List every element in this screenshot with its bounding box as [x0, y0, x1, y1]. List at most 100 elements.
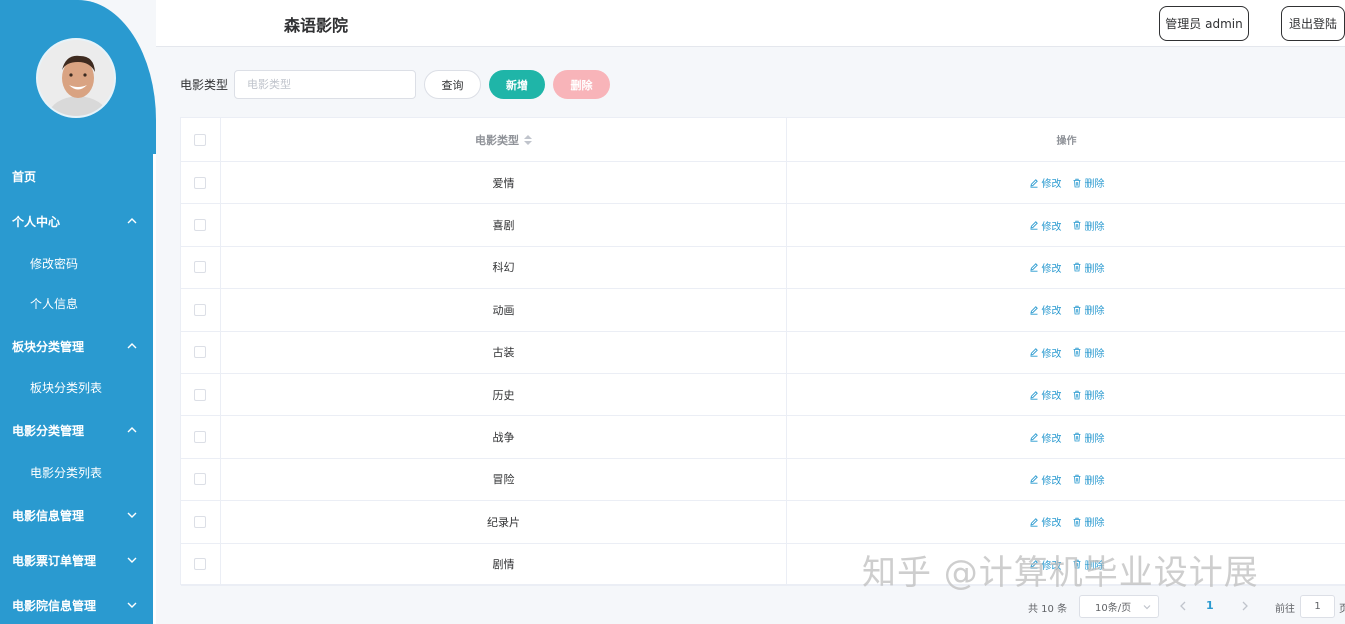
delete-label: 删除	[1084, 518, 1105, 530]
delete-row-button[interactable]: 删除	[1072, 302, 1105, 317]
edit-icon	[1029, 263, 1038, 273]
edit-button[interactable]: 修改	[1029, 175, 1062, 190]
prev-page-icon[interactable]	[1176, 598, 1190, 614]
edit-button[interactable]: 修改	[1029, 302, 1062, 317]
query-button[interactable]: 查询	[424, 70, 481, 99]
edit-icon	[1029, 306, 1038, 315]
sidebar-item-5[interactable]: 板块分类列表	[0, 367, 156, 407]
row-checkbox[interactable]	[194, 346, 206, 359]
delete-label: 删除	[1084, 475, 1105, 487]
row-checkbox[interactable]	[194, 219, 206, 232]
sidebar-item-label: 电影信息管理	[12, 508, 85, 523]
edit-button[interactable]: 修改	[1029, 472, 1062, 487]
select-all-checkbox[interactable]	[194, 133, 206, 146]
trash-icon	[1073, 432, 1080, 442]
chevron-up-icon	[127, 218, 137, 224]
edit-button[interactable]: 修改	[1029, 514, 1062, 529]
row-type-name: 剧情	[492, 558, 515, 572]
sidebar-item-label: 电影票订单管理	[12, 553, 97, 568]
chevron-down-icon	[127, 557, 137, 563]
sidebar-item-6[interactable]: 电影分类管理	[0, 410, 156, 450]
delete-row-button[interactable]: 删除	[1072, 218, 1105, 233]
sidebar-scrollbar[interactable]	[153, 154, 156, 624]
chevron-up-icon	[127, 343, 137, 349]
search-label: 电影类型	[180, 78, 229, 92]
delete-label: 删除	[1084, 391, 1105, 403]
delete-row-button[interactable]: 删除	[1072, 514, 1105, 529]
sidebar-item-label: 电影分类列表	[30, 465, 103, 480]
delete-label: 删除	[1084, 433, 1105, 445]
sort-icon[interactable]	[524, 134, 532, 145]
current-page-number[interactable]: 1	[1206, 599, 1214, 612]
delete-row-button[interactable]: 删除	[1072, 345, 1105, 360]
edit-label: 修改	[1041, 348, 1062, 360]
edit-label: 修改	[1041, 306, 1062, 318]
chevron-down-icon	[1143, 605, 1151, 610]
table-row: 喜剧 修改 删除	[181, 204, 1345, 247]
sidebar-item-label: 板块分类管理	[12, 339, 85, 354]
row-checkbox[interactable]	[194, 558, 206, 571]
sidebar-item-2[interactable]: 修改密码	[0, 243, 156, 283]
sidebar-item-9[interactable]: 电影票订单管理	[0, 540, 156, 580]
add-button[interactable]: 新增	[489, 70, 545, 99]
row-type-name: 科幻	[492, 261, 515, 275]
sidebar-item-label: 个人信息	[30, 296, 79, 311]
edit-button[interactable]: 修改	[1029, 260, 1062, 275]
delete-row-button[interactable]: 删除	[1072, 260, 1105, 275]
sidebar-item-3[interactable]: 个人信息	[0, 283, 156, 323]
delete-row-button[interactable]: 删除	[1072, 430, 1105, 445]
delete-label: 删除	[1084, 306, 1105, 318]
row-checkbox[interactable]	[194, 176, 206, 189]
page-suffix: 页	[1339, 604, 1345, 615]
sidebar-item-0[interactable]: 首页	[0, 156, 156, 196]
sidebar-item-10[interactable]: 电影院信息管理	[0, 585, 156, 624]
row-type-name: 喜剧	[492, 219, 515, 233]
sidebar-item-7[interactable]: 电影分类列表	[0, 452, 156, 492]
row-type-name: 历史	[492, 388, 515, 402]
edit-label: 修改	[1041, 391, 1062, 403]
goto-page-input[interactable]	[1300, 595, 1335, 618]
table-row: 古装 修改 删除	[181, 331, 1345, 374]
row-checkbox[interactable]	[194, 388, 206, 401]
sidebar-item-label: 个人中心	[12, 214, 61, 229]
row-checkbox[interactable]	[194, 303, 206, 316]
delete-row-button[interactable]: 删除	[1072, 387, 1105, 402]
edit-label: 修改	[1041, 221, 1062, 233]
edit-icon	[1029, 433, 1038, 442]
row-checkbox[interactable]	[194, 515, 206, 528]
edit-button[interactable]: 修改	[1029, 430, 1062, 445]
delete-label: 删除	[1084, 263, 1105, 275]
sidebar-item-label: 首页	[12, 169, 37, 184]
edit-button[interactable]: 修改	[1029, 218, 1062, 233]
search-input[interactable]	[234, 70, 416, 99]
sidebar-item-1[interactable]: 个人中心	[0, 201, 156, 241]
row-type-name: 动画	[492, 303, 515, 317]
sidebar-item-4[interactable]: 板块分类管理	[0, 326, 156, 366]
next-page-icon[interactable]	[1238, 598, 1252, 614]
goto-label: 前往	[1275, 604, 1295, 615]
sidebar-item-8[interactable]: 电影信息管理	[0, 495, 156, 535]
edit-button[interactable]: 修改	[1029, 387, 1062, 402]
sidebar-item-label: 电影院信息管理	[12, 598, 97, 613]
edit-icon	[1029, 475, 1038, 485]
delete-row-button[interactable]: 删除	[1072, 472, 1105, 487]
delete-label: 删除	[1084, 221, 1105, 233]
batch-delete-button[interactable]: 删除	[553, 70, 610, 99]
edit-button[interactable]: 修改	[1029, 345, 1062, 360]
delete-row-button[interactable]: 删除	[1072, 175, 1105, 190]
pagination-total: 共 10 条	[1028, 604, 1068, 615]
data-table: 电影类型 操作 爱情 修改 删除 喜剧 修改 删除 科幻 修改 删除 动画 修改 删除 古装 修改 删除 历史…	[180, 117, 1345, 586]
row-checkbox[interactable]	[194, 261, 206, 274]
page-size-select[interactable]: 10条/页	[1079, 595, 1159, 618]
row-type-name: 战争	[492, 431, 515, 445]
logout-button[interactable]: 退出登陆	[1281, 6, 1345, 41]
user-button[interactable]: 管理员 admin	[1159, 6, 1249, 41]
row-type-name: 冒险	[492, 473, 515, 487]
edit-label: 修改	[1041, 475, 1062, 487]
delete-label: 删除	[1084, 179, 1105, 191]
row-checkbox[interactable]	[194, 431, 206, 444]
table-row: 战争 修改 删除	[181, 416, 1345, 459]
row-checkbox[interactable]	[194, 473, 206, 486]
table-header-row: 电影类型 操作	[181, 118, 1345, 162]
edit-icon	[1029, 221, 1038, 230]
